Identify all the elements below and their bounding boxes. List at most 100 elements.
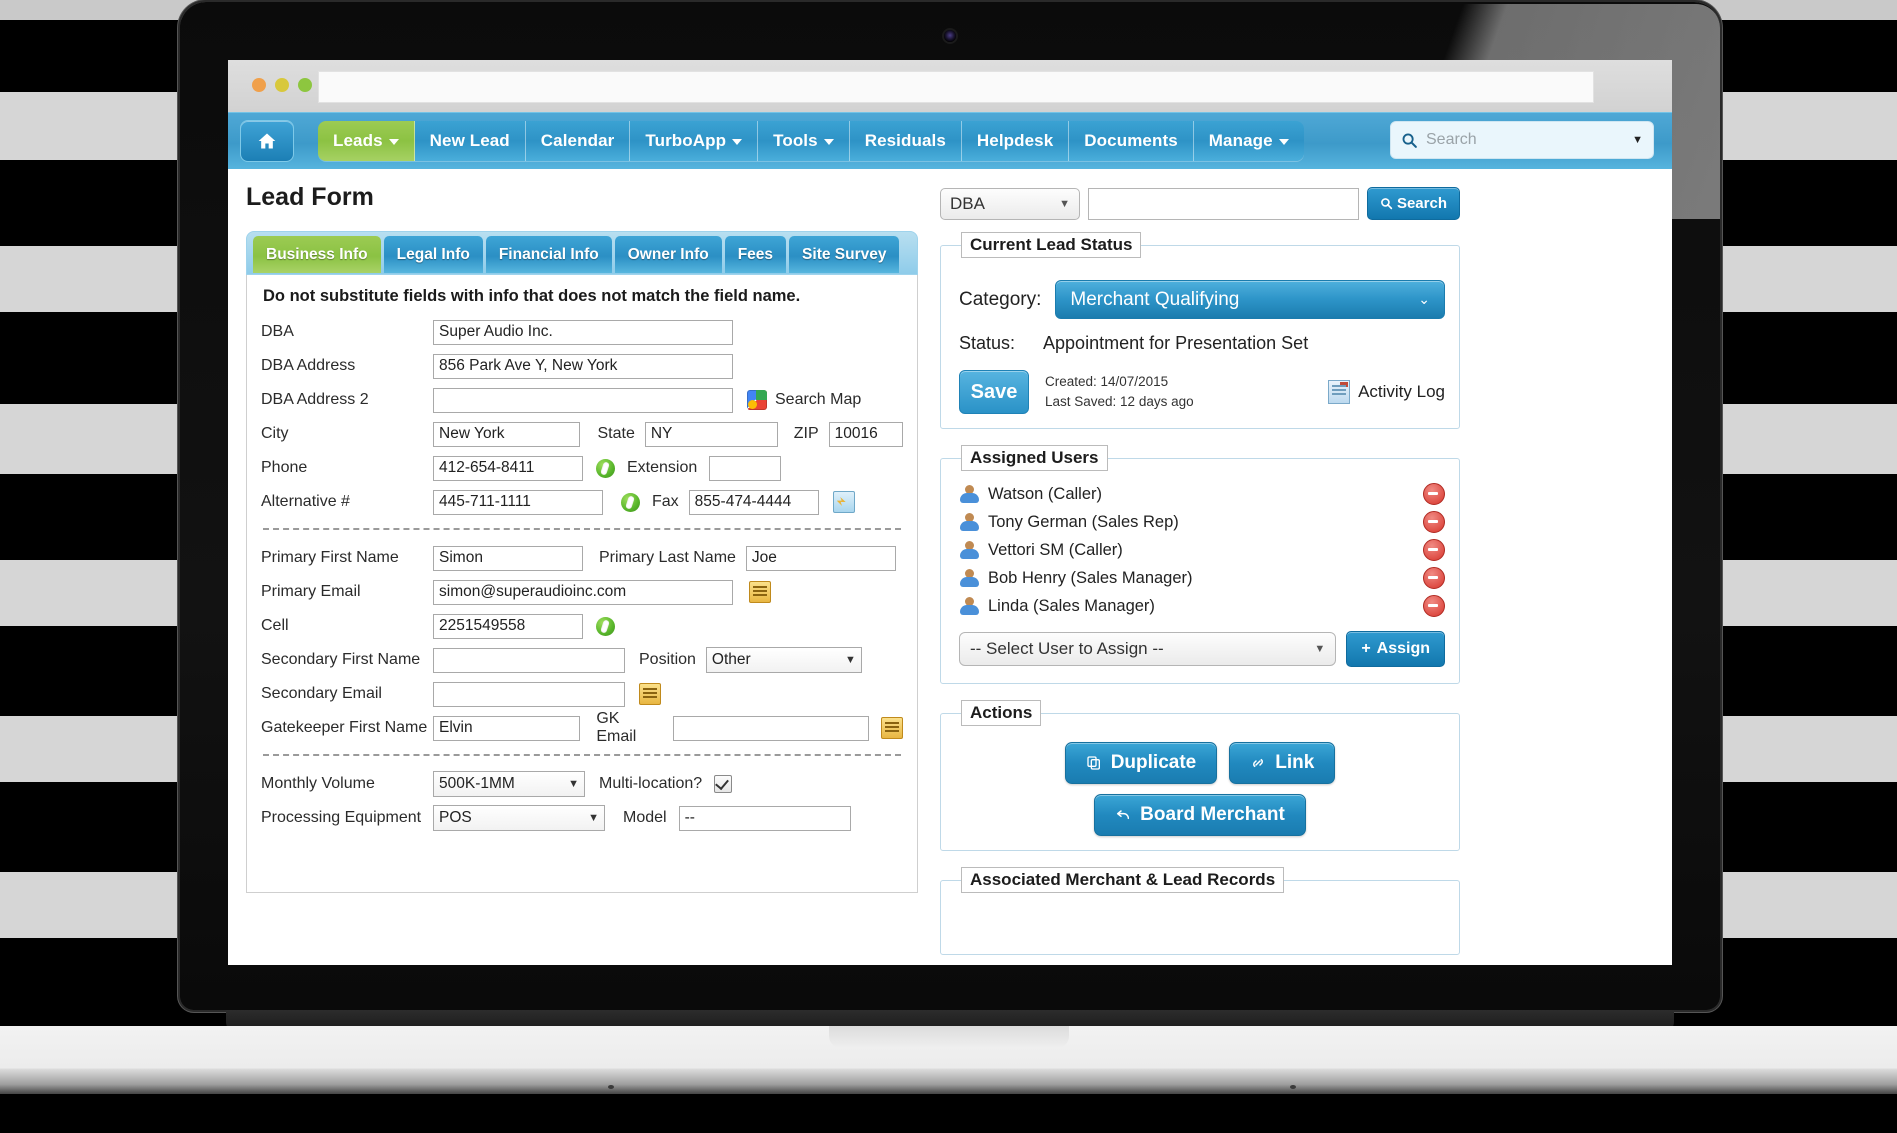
primary-email-label: Primary Email [261,583,361,600]
nav-label: Leads [333,131,383,150]
field-row-monthly-volume: Monthly Volume 500K-1MM ▼ Multi-location… [261,770,903,798]
assigned-users-legend: Assigned Users [961,445,1108,471]
tab-business-info[interactable]: Business Info [253,236,381,273]
associated-records-card: Associated Merchant & Lead Records [940,867,1460,955]
list-item: Bob Henry (Sales Manager) [959,567,1445,589]
nav-item-residuals[interactable]: Residuals [849,121,962,161]
city-input[interactable]: New York [433,421,580,447]
extension-input[interactable] [709,455,782,481]
multi-location-checkbox[interactable] [714,775,733,793]
processing-equipment-select[interactable]: POS ▼ [433,805,605,831]
search-field-select[interactable]: DBA ▼ [940,187,1080,220]
laptop-foot [1290,1085,1296,1089]
compose-email-icon[interactable] [881,717,903,739]
page-content: Lead Form Business Info Legal Info Finan… [228,169,1672,965]
search-map-link[interactable]: Search Map [775,391,861,409]
address-bar[interactable] [318,71,1594,103]
save-button[interactable]: Save [959,370,1029,414]
category-select[interactable]: Merchant Qualifying ⌄ [1055,280,1445,319]
nav-label: Tools [773,131,818,150]
nav-item-calendar[interactable]: Calendar [525,121,631,161]
secondary-first-input[interactable] [433,647,625,673]
dba-address2-label: DBA Address 2 [261,391,369,408]
actions-legend: Actions [961,700,1042,726]
nav-item-new-lead[interactable]: New Lead [414,121,526,161]
remove-user-button[interactable] [1423,511,1445,533]
board-merchant-button[interactable]: Board Merchant [1094,794,1306,836]
assign-button[interactable]: + Assign [1346,631,1445,667]
remove-user-button[interactable] [1423,567,1445,589]
dba-address2-input[interactable] [433,387,733,413]
remove-user-button[interactable] [1423,539,1445,561]
compose-email-icon[interactable] [749,581,771,603]
search-query-input[interactable] [1088,187,1359,220]
gatekeeper-label: Gatekeeper First Name [261,719,428,736]
remove-user-button[interactable] [1423,595,1445,617]
activity-log-link[interactable]: Activity Log [1328,380,1445,404]
phone-input[interactable]: 412-654-8411 [433,455,583,481]
dba-input[interactable]: Super Audio Inc. [433,319,733,345]
nav-item-documents[interactable]: Documents [1069,121,1194,161]
alternative-input[interactable]: 445-711-1111 [433,489,603,515]
close-icon[interactable] [252,78,266,92]
global-search[interactable]: Search ▼ [1390,121,1654,159]
duplicate-button[interactable]: Duplicate [1064,742,1218,784]
dba-address-input[interactable]: 856 Park Ave Y, New York [433,353,733,379]
gatekeeper-input[interactable]: Elvin [433,715,581,741]
current-lead-status-card: Current Lead Status Category: Merchant Q… [940,232,1460,429]
field-row-dba-address2: DBA Address 2 Search Map [261,386,903,414]
primary-first-input[interactable]: Simon [433,545,583,571]
lead-form-panel: Business Info Legal Info Financial Info … [246,231,918,893]
home-button[interactable] [240,120,294,162]
monthly-volume-select[interactable]: 500K-1MM ▼ [433,771,585,797]
tab-site-survey[interactable]: Site Survey [789,236,900,273]
tab-owner-info[interactable]: Owner Info [614,236,722,273]
tab-legal-info[interactable]: Legal Info [383,236,483,273]
record-meta: Created: 14/07/2015 Last Saved: 12 days … [1045,372,1194,411]
nav-item-manage[interactable]: Manage [1193,121,1304,161]
cell-input[interactable]: 2251549558 [433,613,583,639]
phone-call-icon[interactable] [596,458,615,478]
window-controls[interactable] [252,78,312,92]
nav-item-turboapp[interactable]: TurboApp [630,121,759,161]
minimize-icon[interactable] [275,78,289,92]
tab-financial-info[interactable]: Financial Info [485,236,612,273]
processing-equipment-value: POS [439,809,472,826]
nav-items: Leads New Lead Calendar TurboApp Tools R… [318,121,1304,161]
chevron-down-icon[interactable]: ▼ [1632,134,1643,146]
model-input[interactable]: -- [678,805,851,831]
state-input[interactable]: NY [644,421,778,447]
fax-input[interactable]: 855-474-4444 [688,489,819,515]
secondary-email-input[interactable] [433,681,625,707]
maximize-icon[interactable] [298,78,312,92]
phone-call-icon[interactable] [621,492,640,512]
search-button[interactable]: Search [1366,187,1460,220]
global-search-input[interactable]: Search [1426,131,1624,149]
primary-email-input[interactable]: simon@superaudioinc.com [433,579,733,605]
position-select[interactable]: Other ▼ [705,647,862,673]
gk-email-input[interactable] [672,715,869,741]
remove-user-button[interactable] [1423,483,1445,505]
field-row-alternative: Alternative # 445-711-1111 Fax 855-474-4… [261,488,903,516]
chevron-down-icon: ▼ [845,654,856,666]
cell-label: Cell [261,617,289,634]
nav-item-leads[interactable]: Leads [318,121,415,161]
phone-call-icon[interactable] [596,616,615,636]
nav-label: Calendar [540,131,615,150]
send-fax-icon[interactable] [832,491,855,513]
nav-item-helpdesk[interactable]: Helpdesk [961,121,1070,161]
zip-input[interactable]: 10016 [828,421,903,447]
assign-user-select[interactable]: -- Select User to Assign -- ▼ [959,632,1337,666]
primary-last-input[interactable]: Joe [745,545,896,571]
compose-email-icon[interactable] [639,683,661,705]
laptop-notch [828,1026,1069,1048]
state-label: State [597,425,635,442]
tab-fees[interactable]: Fees [724,236,787,273]
extension-label: Extension [627,459,698,476]
field-row-secondary-first: Secondary First Name Position Other ▼ [261,646,903,674]
primary-first-label: Primary First Name [261,549,399,566]
nav-item-tools[interactable]: Tools [758,121,850,161]
google-maps-icon[interactable] [747,390,767,410]
gk-email-label: GK Email [596,710,637,745]
link-button[interactable]: Link [1229,742,1336,784]
